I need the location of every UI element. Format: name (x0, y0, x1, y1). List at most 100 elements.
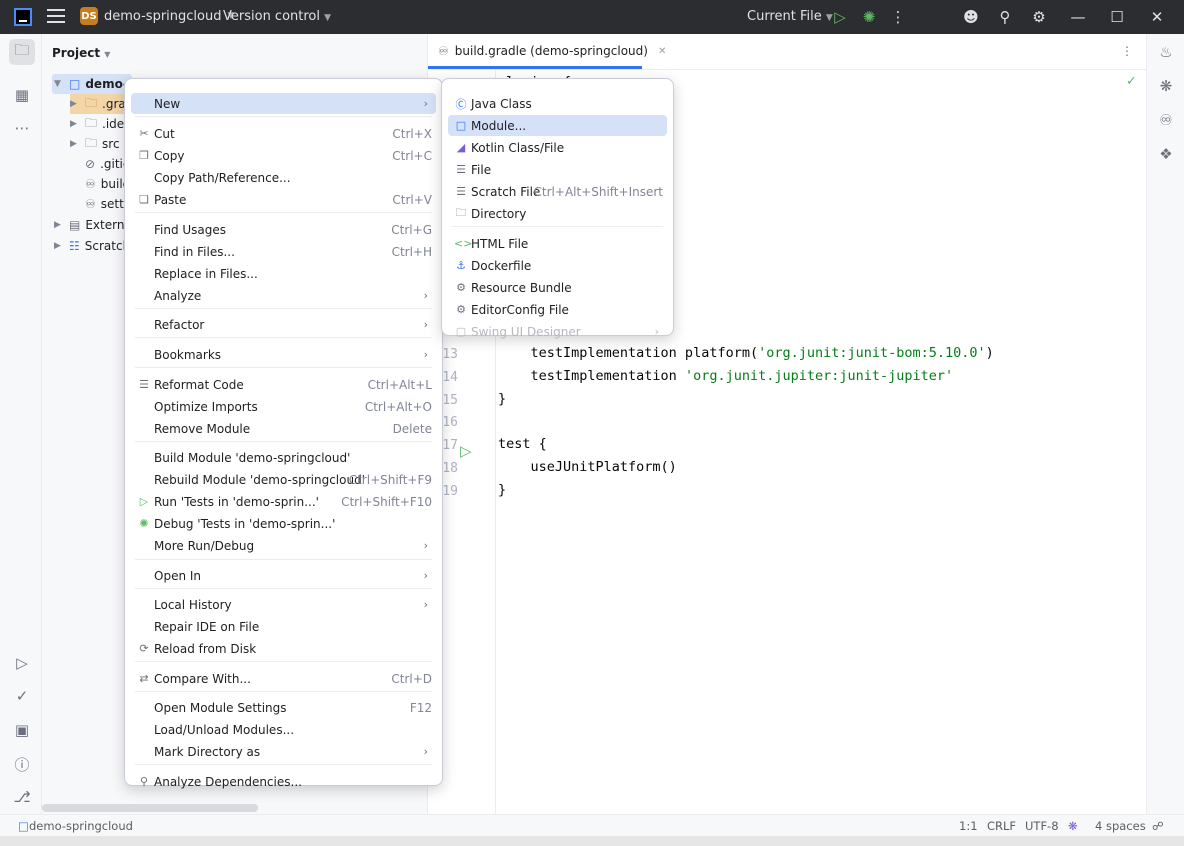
context-menu-item[interactable]: Load/Unload Modules... (131, 719, 436, 740)
horizontal-scrollbar[interactable] (42, 804, 258, 812)
context-menu-item[interactable]: ▷ Run 'Tests in 'demo-sprin...' Ctrl+Shift… (131, 491, 436, 512)
menu-item-label: Paste (154, 192, 187, 207)
submenu-item[interactable]: <> HTML File (448, 233, 667, 254)
run-icon[interactable]: ▷ (831, 8, 849, 26)
project-switcher[interactable]: DS demo-springcloud ▼ (80, 7, 234, 25)
context-menu-item[interactable]: New › (131, 93, 436, 114)
context-menu-item[interactable]: Local History › (131, 594, 436, 615)
submenu-item[interactable]: ⚙ Resource Bundle (448, 277, 667, 298)
context-menu-item[interactable]: Find Usages Ctrl+G (131, 219, 436, 240)
run-gutter-icon[interactable]: ▷ (460, 442, 472, 460)
structure-icon[interactable]: ▦ (12, 85, 32, 105)
folder-icon[interactable]: 🗀 (9, 39, 35, 65)
status-bar: □ demo-springcloud 1:1 CRLF UTF-8 ❋ 4 sp… (0, 814, 1184, 836)
context-menu-item[interactable]: Repair IDE on File (131, 616, 436, 637)
menu-separator (135, 764, 432, 765)
build-icon[interactable]: ✓ (12, 686, 32, 706)
tree-row-gitignore[interactable]: ⊘ .gitic (85, 154, 129, 174)
search-icon[interactable]: ⚲ (996, 8, 1014, 26)
main-menu-button[interactable] (47, 9, 65, 25)
submenu-item[interactable]: □ Module... (448, 115, 667, 136)
gradle-icon[interactable]: ♾ (1156, 110, 1176, 130)
code-text: ) (985, 345, 994, 361)
plugin-icon[interactable]: ❖ (1156, 144, 1176, 164)
run-config-selector[interactable]: Current File ▼ (747, 9, 833, 24)
context-menu-item[interactable]: Remove Module Delete (131, 418, 436, 439)
line-separator[interactable]: CRLF (987, 819, 1016, 833)
status-project[interactable]: demo-springcloud (29, 819, 133, 833)
chevron-down-icon: ▼ (54, 79, 61, 89)
maximize-button[interactable]: ☐ (1108, 8, 1126, 26)
tree-row-idea[interactable]: ▶ 🗀 .idea (70, 114, 132, 134)
kotlin-icon: ◢ (456, 141, 466, 154)
context-menu-item[interactable]: Open In › (131, 565, 436, 586)
submenu-item[interactable]: 🗀 Directory (448, 203, 667, 224)
ai-assistant-icon[interactable]: ❋ (1156, 76, 1176, 96)
submenu-item[interactable]: ☰ Scratch File Ctrl+Alt+Shift+Insert (448, 181, 667, 202)
menu-item-label: Analyze Dependencies... (154, 774, 302, 789)
menu-item-label: More Run/Debug (154, 538, 255, 553)
context-menu-item[interactable]: ✺ Debug 'Tests in 'demo-sprin...' (131, 513, 436, 534)
problems-icon[interactable]: ⓘ (12, 754, 32, 774)
context-menu-item[interactable]: Refactor › (131, 314, 436, 335)
tree-row-external[interactable]: ▶ ▤ External (54, 215, 135, 235)
context-menu-item[interactable]: Mark Directory as › (131, 741, 436, 762)
close-icon[interactable]: ✕ (658, 46, 666, 57)
tree-row-root[interactable]: ▼ □ demo-s (54, 74, 135, 94)
submenu-item[interactable]: ⚓ Dockerfile (448, 255, 667, 276)
git-icon[interactable]: ⎇ (12, 787, 32, 807)
context-menu-item[interactable]: Build Module 'demo-springcloud' (131, 447, 436, 468)
context-menu-item[interactable]: ✂ Cut Ctrl+X (131, 123, 436, 144)
context-menu-item[interactable]: Copy Path/Reference... (131, 167, 436, 188)
context-menu-item[interactable]: ❐ Copy Ctrl+C (131, 145, 436, 166)
context-menu-item[interactable]: More Run/Debug › (131, 535, 436, 556)
menu-item-shortcut: Ctrl+V (392, 192, 432, 207)
menu-item-label: New (154, 96, 181, 111)
project-pane-title[interactable]: Project ▼ (52, 46, 110, 60)
context-menu-item[interactable]: Bookmarks › (131, 344, 436, 365)
menu-item-label: Compare With... (154, 671, 251, 686)
tree-row-gradle[interactable]: ▶ 🗀 .grac (70, 94, 133, 114)
context-menu-item[interactable]: Optimize Imports Ctrl+Alt+O (131, 396, 436, 417)
close-button[interactable]: ✕ (1148, 8, 1166, 26)
debug-icon[interactable]: ✺ (860, 8, 878, 26)
gear-icon[interactable]: ⚙ (1030, 8, 1048, 26)
services-icon[interactable]: ▷ (12, 653, 32, 673)
code-text: } (498, 390, 507, 407)
context-menu-item[interactable]: ⚲ Analyze Dependencies... (131, 771, 436, 792)
file-encoding[interactable]: UTF-8 (1025, 819, 1059, 833)
tab-build-gradle[interactable]: ♾ build.gradle (demo-springcloud) ✕ (438, 44, 666, 58)
no-problems-check-icon[interactable]: ✓ (1126, 74, 1137, 89)
context-menu-item[interactable]: ❏ Paste Ctrl+V (131, 189, 436, 210)
submenu-item[interactable]: Ⓒ Java Class (448, 93, 667, 114)
context-menu-item[interactable]: ☰ Reformat Code Ctrl+Alt+L (131, 374, 436, 395)
context-menu-item[interactable]: Replace in Files... (131, 263, 436, 284)
html-icon: <> (454, 237, 473, 250)
more-actions-icon[interactable]: ⋮ (889, 8, 907, 26)
context-menu-item[interactable]: Rebuild Module 'demo-springcloud' Ctrl+Sh… (131, 469, 436, 490)
notifications-icon[interactable]: ♨ (1156, 42, 1176, 62)
add-user-icon[interactable]: ☻ (962, 8, 980, 26)
lock-icon[interactable]: ☍ (1152, 819, 1164, 833)
tree-row-settings[interactable]: ♾ setti (85, 194, 127, 214)
context-menu-item[interactable]: ⟳ Reload from Disk (131, 638, 436, 659)
ai-status-icon[interactable]: ❋ (1068, 819, 1078, 833)
submenu-item[interactable]: ☰ File (448, 159, 667, 180)
more-tabs-icon[interactable]: ⋮ (1121, 44, 1133, 58)
tree-row-src[interactable]: ▶ 🗀 src (70, 134, 120, 154)
context-menu-item[interactable]: ⇄ Compare With... Ctrl+D (131, 668, 436, 689)
version-control-button[interactable]: Version control ▼ (223, 9, 331, 24)
menu-item-label: Find Usages (154, 222, 227, 237)
more-tools-icon[interactable]: ⋯ (12, 118, 32, 138)
terminal-icon[interactable]: ▣ (12, 720, 32, 740)
context-menu-item[interactable]: Find in Files... Ctrl+H (131, 241, 436, 262)
caret-position[interactable]: 1:1 (959, 819, 978, 833)
minimize-button[interactable]: — (1069, 8, 1087, 26)
context-menu-item[interactable]: Open Module Settings F12 (131, 697, 436, 718)
scissors-icon: ✂ (139, 127, 149, 140)
submenu-item[interactable]: ◢ Kotlin Class/File (448, 137, 667, 158)
menu-item-label: Cut (154, 126, 175, 141)
context-menu-item[interactable]: Analyze › (131, 285, 436, 306)
submenu-item[interactable]: ⚙ EditorConfig File (448, 299, 667, 320)
indent-setting[interactable]: 4 spaces (1095, 819, 1146, 833)
